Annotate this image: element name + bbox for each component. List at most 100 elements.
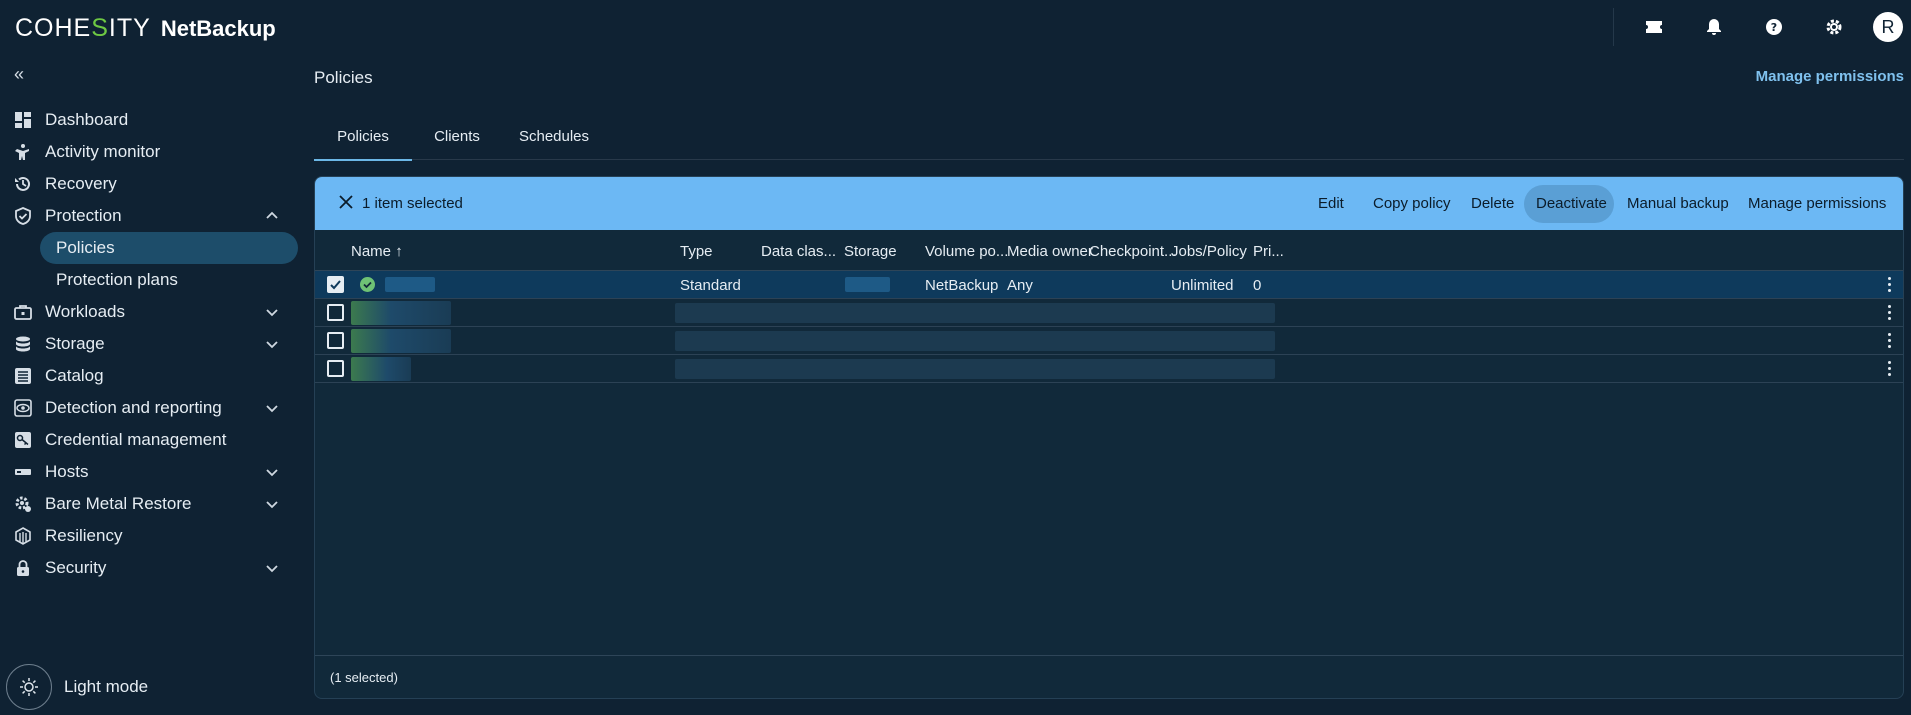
column-header-volume-pool[interactable]: Volume po... <box>925 243 1008 260</box>
sidebar-item-recovery[interactable]: Recovery <box>0 168 300 200</box>
sidebar-item-catalog[interactable]: Catalog <box>0 360 300 392</box>
redacted-row-content <box>351 301 451 325</box>
sidebar-item-label: Activity monitor <box>45 142 161 161</box>
sidebar-item-bare-metal-restore[interactable]: Bare Metal Restore <box>0 488 300 520</box>
cube-icon <box>15 527 31 545</box>
table-row[interactable]: Standard NetBackup Any Unlimited 0 <box>315 271 1903 299</box>
row-checkbox[interactable] <box>327 304 344 321</box>
top-bar: COHESITY NetBackup ? R <box>0 0 1911 54</box>
chevron-down-icon[interactable] <box>264 560 280 576</box>
row-checkbox[interactable] <box>327 276 344 293</box>
user-avatar[interactable]: R <box>1873 12 1903 42</box>
light-mode-label: Light mode <box>64 677 149 696</box>
row-checkbox[interactable] <box>327 360 344 377</box>
selection-action-bar: 1 item selected Edit Copy policy Delete … <box>315 177 1903 230</box>
more-options-icon[interactable] <box>1886 277 1892 293</box>
help-icon[interactable]: ? <box>1760 13 1788 41</box>
sidebar-item-detection-and-reporting[interactable]: Detection and reporting <box>0 392 300 424</box>
edit-button[interactable]: Edit <box>1318 195 1344 212</box>
activity-icon <box>15 144 29 160</box>
sort-ascending-icon: ↑ <box>395 243 403 260</box>
chevron-down-icon[interactable] <box>264 336 280 352</box>
sidebar-item-hosts[interactable]: Hosts <box>0 456 300 488</box>
deactivate-button[interactable]: Deactivate <box>1536 195 1607 212</box>
tab-schedules[interactable]: Schedules <box>502 128 606 160</box>
column-header-checkpoint[interactable]: Checkpoint... <box>1089 243 1177 260</box>
copy-policy-button[interactable]: Copy policy <box>1373 195 1451 212</box>
sidebar-item-activity-monitor[interactable]: Activity monitor <box>0 136 300 168</box>
redacted-row-content <box>675 359 1275 379</box>
chevron-down-icon[interactable] <box>264 400 280 416</box>
dashboard-icon <box>15 112 31 128</box>
sidebar-item-label: Dashboard <box>45 110 129 129</box>
sidebar-item-label: Workloads <box>45 302 125 321</box>
sidebar-item-label: Credential management <box>45 430 227 449</box>
briefcase-icon <box>14 305 32 320</box>
table-row[interactable] <box>315 299 1903 327</box>
database-icon <box>16 336 30 352</box>
manage-permissions-link[interactable]: Manage permissions <box>1756 68 1904 85</box>
row-checkbox[interactable] <box>327 332 344 349</box>
more-options-icon[interactable] <box>1886 305 1892 321</box>
collapse-sidebar-icon[interactable]: « <box>14 64 24 85</box>
delete-button[interactable]: Delete <box>1471 195 1514 212</box>
sidebar-item-label: Resiliency <box>45 526 123 545</box>
shield-icon <box>15 207 31 225</box>
sidebar-item-label: Bare Metal Restore <box>45 494 192 513</box>
history-icon <box>15 176 30 191</box>
column-header-name[interactable]: Name ↑ <box>351 243 403 260</box>
table-row[interactable] <box>315 355 1903 383</box>
more-options-icon[interactable] <box>1886 361 1892 377</box>
brand-logo[interactable]: COHESITY NetBackup <box>15 14 276 43</box>
redacted-row-content <box>675 331 1275 351</box>
ticket-icon[interactable] <box>1640 13 1668 41</box>
column-header-priority[interactable]: Pri... <box>1253 243 1284 260</box>
eye-icon <box>14 399 32 417</box>
svg-text:?: ? <box>1771 21 1777 34</box>
sidebar-item-credential-management[interactable]: Credential management <box>0 424 300 456</box>
tab-bar: Policies Clients Schedules <box>314 128 1904 161</box>
table-row[interactable] <box>315 327 1903 355</box>
sidebar-item-label: Protection plans <box>56 270 178 289</box>
tab-clients[interactable]: Clients <box>412 128 502 160</box>
column-header-storage[interactable]: Storage <box>844 243 897 260</box>
sidebar-item-label: Catalog <box>45 366 104 385</box>
sun-icon <box>6 664 52 710</box>
column-header-type[interactable]: Type <box>680 243 713 260</box>
column-header-jobs-policy[interactable]: Jobs/Policy <box>1171 243 1247 260</box>
gear-icon[interactable] <box>1820 13 1848 41</box>
redacted-row-content <box>351 329 451 353</box>
column-header-media-owner[interactable]: Media owner <box>1007 243 1093 260</box>
chevron-down-icon[interactable] <box>264 464 280 480</box>
sidebar-item-workloads[interactable]: Workloads <box>0 296 300 328</box>
sidebar-item-dashboard[interactable]: Dashboard <box>0 104 300 136</box>
close-icon[interactable] <box>337 193 355 211</box>
bell-icon[interactable] <box>1700 13 1728 41</box>
chevron-up-icon[interactable] <box>264 208 280 224</box>
redacted-storage <box>845 277 890 292</box>
sidebar-item-policies[interactable]: Policies <box>40 232 298 264</box>
selected-count: 1 item selected <box>362 195 463 212</box>
sidebar-item-protection-plans[interactable]: Protection plans <box>40 264 298 296</box>
light-mode-toggle[interactable]: Light mode <box>6 664 148 710</box>
policies-table-panel: 1 item selected Edit Copy policy Delete … <box>314 176 1904 699</box>
sidebar-item-security[interactable]: Security <box>0 552 300 584</box>
chevron-down-icon[interactable] <box>264 496 280 512</box>
sidebar-item-resiliency[interactable]: Resiliency <box>0 520 300 552</box>
manual-backup-button[interactable]: Manual backup <box>1627 195 1729 212</box>
sidebar-item-label: Policies <box>56 238 115 257</box>
cohesity-wordmark: COHESITY <box>15 14 151 42</box>
cell-volume-pool: NetBackup <box>925 277 999 294</box>
redacted-policy-name <box>385 277 435 292</box>
tab-policies[interactable]: Policies <box>314 128 412 161</box>
status-success-icon <box>360 277 375 292</box>
manage-permissions-button[interactable]: Manage permissions <box>1748 195 1886 212</box>
chevron-down-icon[interactable] <box>264 304 280 320</box>
sidebar-item-storage[interactable]: Storage <box>0 328 300 360</box>
cell-priority: 0 <box>1253 277 1262 294</box>
sidebar-item-protection[interactable]: Protection <box>0 200 300 232</box>
sidebar: « Dashboard Activity monitor Recovery Pr… <box>0 54 300 715</box>
column-header-data-classification[interactable]: Data clas... <box>761 243 836 260</box>
cell-type: Standard <box>680 277 741 294</box>
more-options-icon[interactable] <box>1886 333 1892 349</box>
